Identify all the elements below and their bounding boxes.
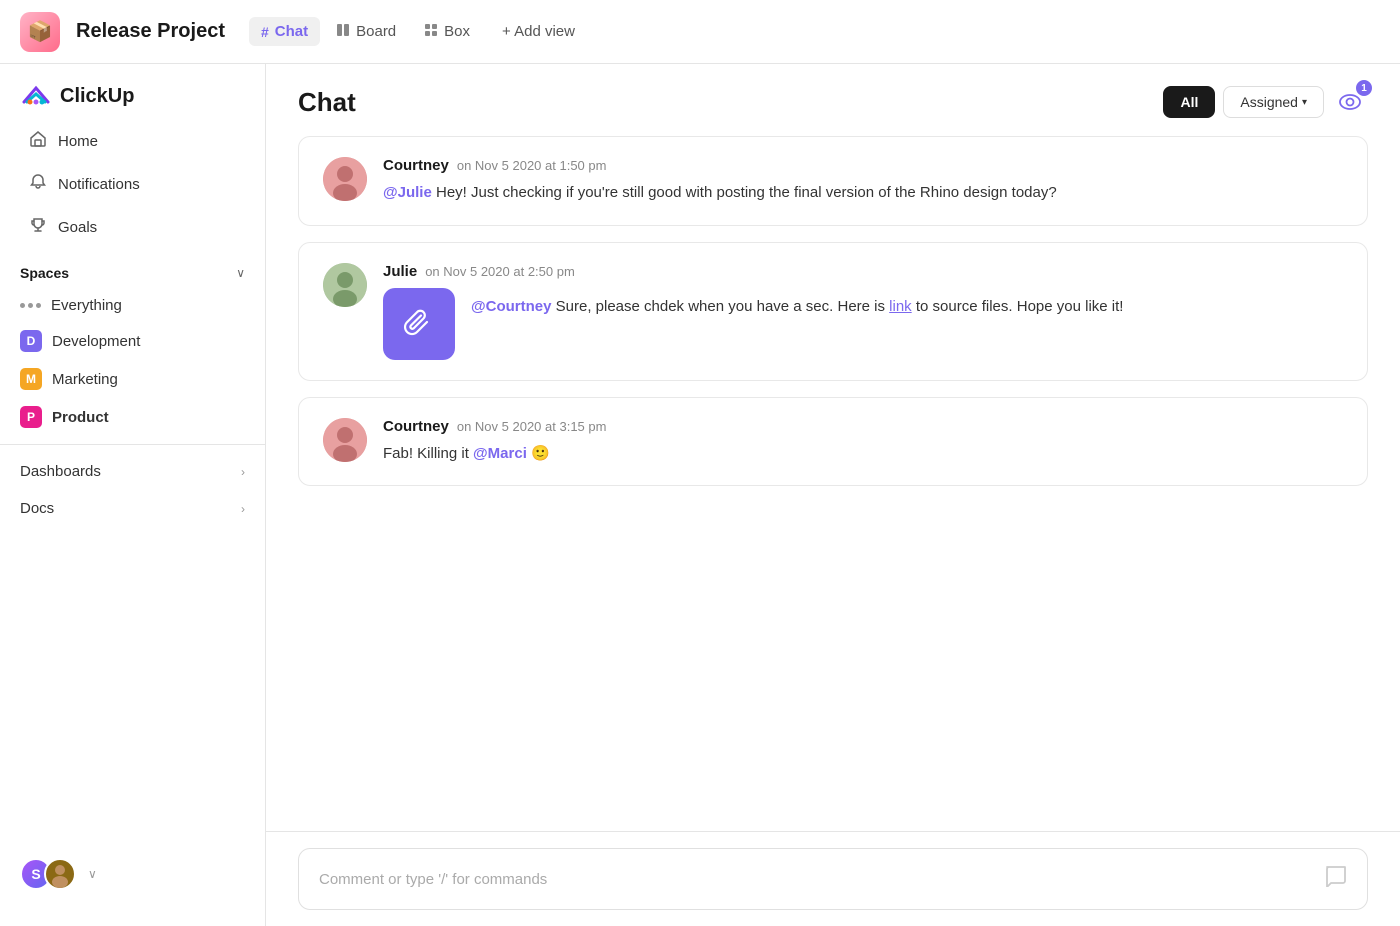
sidebar-item-dashboards[interactable]: Dashboards › [0, 453, 265, 490]
paperclip-icon [403, 308, 435, 340]
message-card: Courtney on Nov 5 2020 at 3:15 pm Fab! K… [298, 397, 1368, 487]
sidebar-item-product[interactable]: P Product [0, 398, 265, 436]
page-title: Chat [298, 87, 356, 118]
julie-avatar [323, 263, 367, 307]
filter-all-button[interactable]: All [1163, 86, 1215, 118]
spaces-chevron-icon[interactable]: ∨ [236, 266, 245, 280]
message-header: Courtney on Nov 5 2020 at 1:50 pm [383, 157, 1343, 174]
mention: @Julie [383, 184, 432, 201]
filter-group: All Assigned ▾ [1163, 86, 1324, 118]
avatar-stack[interactable]: S [20, 858, 76, 890]
message-card: Courtney on Nov 5 2020 at 1:50 pm @Julie… [298, 136, 1368, 226]
message-body: Courtney on Nov 5 2020 at 1:50 pm @Julie… [383, 157, 1343, 205]
avatar-person [44, 858, 76, 890]
add-view-button[interactable]: + Add view [490, 17, 587, 46]
message-text: @Julie Hey! Just checking if you're stil… [383, 182, 1343, 205]
message-card: Julie on Nov 5 2020 at 2:50 pm @Courtney… [298, 242, 1368, 381]
message-time: on Nov 5 2020 at 2:50 pm [425, 264, 575, 279]
tab-board[interactable]: Board [324, 17, 408, 46]
mention: @Marci [473, 445, 527, 462]
content-header: Chat All Assigned ▾ 1 [266, 64, 1400, 136]
comment-placeholder: Comment or type '/' for commands [319, 871, 547, 888]
marketing-badge: M [20, 368, 42, 390]
sidebar-item-marketing-label: Marketing [52, 371, 118, 388]
attachment-icon [383, 288, 455, 360]
filter-assigned-button[interactable]: Assigned ▾ [1223, 86, 1324, 118]
sidebar-item-docs[interactable]: Docs › [0, 490, 265, 527]
message-author: Courtney [383, 157, 449, 174]
docs-chevron-icon: › [241, 502, 245, 516]
sidebar-item-marketing[interactable]: M Marketing [0, 360, 265, 398]
sidebar: ClickUp Home Notifications Goals Spaces … [0, 64, 266, 926]
message-header: Julie on Nov 5 2020 at 2:50 pm [383, 263, 1343, 280]
box-icon [424, 23, 438, 40]
logo-text: ClickUp [60, 85, 134, 108]
message-header: Courtney on Nov 5 2020 at 3:15 pm [383, 418, 1343, 435]
messages-area: Courtney on Nov 5 2020 at 1:50 pm @Julie… [266, 136, 1400, 831]
bell-icon [28, 174, 48, 195]
source-link[interactable]: link [889, 298, 912, 315]
message-body: Courtney on Nov 5 2020 at 3:15 pm Fab! K… [383, 418, 1343, 466]
home-icon [28, 131, 48, 152]
message-time: on Nov 5 2020 at 1:50 pm [457, 158, 607, 173]
project-title: Release Project [76, 20, 225, 43]
watch-button[interactable]: 1 [1332, 84, 1368, 120]
product-badge: P [20, 406, 42, 428]
everything-icon [20, 303, 41, 308]
dropdown-icon: ▾ [1302, 97, 1307, 108]
tab-box[interactable]: Box [412, 17, 482, 46]
sidebar-item-everything-label: Everything [51, 297, 122, 314]
clickup-logo-icon [20, 80, 52, 112]
eye-icon [1339, 94, 1361, 110]
sidebar-item-home-label: Home [58, 133, 98, 150]
message-time: on Nov 5 2020 at 3:15 pm [457, 419, 607, 434]
spaces-section-header: Spaces ∨ [0, 249, 265, 289]
sidebar-item-development-label: Development [52, 333, 140, 350]
comment-area: Comment or type '/' for commands [266, 831, 1400, 926]
message-author: Courtney [383, 418, 449, 435]
comment-box[interactable]: Comment or type '/' for commands [298, 848, 1368, 910]
tab-chat[interactable]: # Chat [249, 17, 320, 46]
comment-icon [1325, 865, 1347, 893]
dashboards-chevron-icon: › [241, 465, 245, 479]
message-author: Julie [383, 263, 417, 280]
sidebar-item-product-label: Product [52, 409, 109, 426]
sidebar-item-everything[interactable]: Everything [0, 289, 265, 322]
sidebar-divider [0, 444, 265, 445]
sidebar-footer: S ∨ [0, 842, 265, 906]
attachment-text: @Courtney Sure, please chdek when you ha… [471, 288, 1123, 319]
sidebar-item-goals[interactable]: Goals [8, 207, 257, 248]
logo: ClickUp [0, 64, 265, 120]
content-area: Chat All Assigned ▾ 1 [266, 64, 1400, 926]
attachment-wrapper: @Courtney Sure, please chdek when you ha… [383, 288, 1343, 360]
courtney-avatar-2 [323, 418, 367, 462]
sidebar-item-home[interactable]: Home [8, 121, 257, 162]
sidebar-item-notifications[interactable]: Notifications [8, 164, 257, 205]
footer-chevron-icon[interactable]: ∨ [88, 867, 97, 881]
sidebar-item-goals-label: Goals [58, 219, 97, 236]
topbar: 📦 Release Project # Chat Board Box + Add… [0, 0, 1400, 64]
spaces-label: Spaces [20, 265, 69, 281]
message-text: Fab! Killing it @Marci 🙂 [383, 443, 1343, 466]
watch-badge: 1 [1356, 80, 1372, 96]
mention: @Courtney [471, 298, 551, 315]
development-badge: D [20, 330, 42, 352]
main-layout: ClickUp Home Notifications Goals Spaces … [0, 64, 1400, 926]
courtney-avatar [323, 157, 367, 201]
sidebar-item-development[interactable]: D Development [0, 322, 265, 360]
sidebar-item-notifications-label: Notifications [58, 176, 140, 193]
trophy-icon [28, 217, 48, 238]
project-icon: 📦 [20, 12, 60, 52]
topbar-views: # Chat Board Box + Add view [249, 17, 587, 46]
board-icon [336, 23, 350, 40]
message-body: Julie on Nov 5 2020 at 2:50 pm @Courtney… [383, 263, 1343, 360]
hash-icon: # [261, 24, 269, 40]
